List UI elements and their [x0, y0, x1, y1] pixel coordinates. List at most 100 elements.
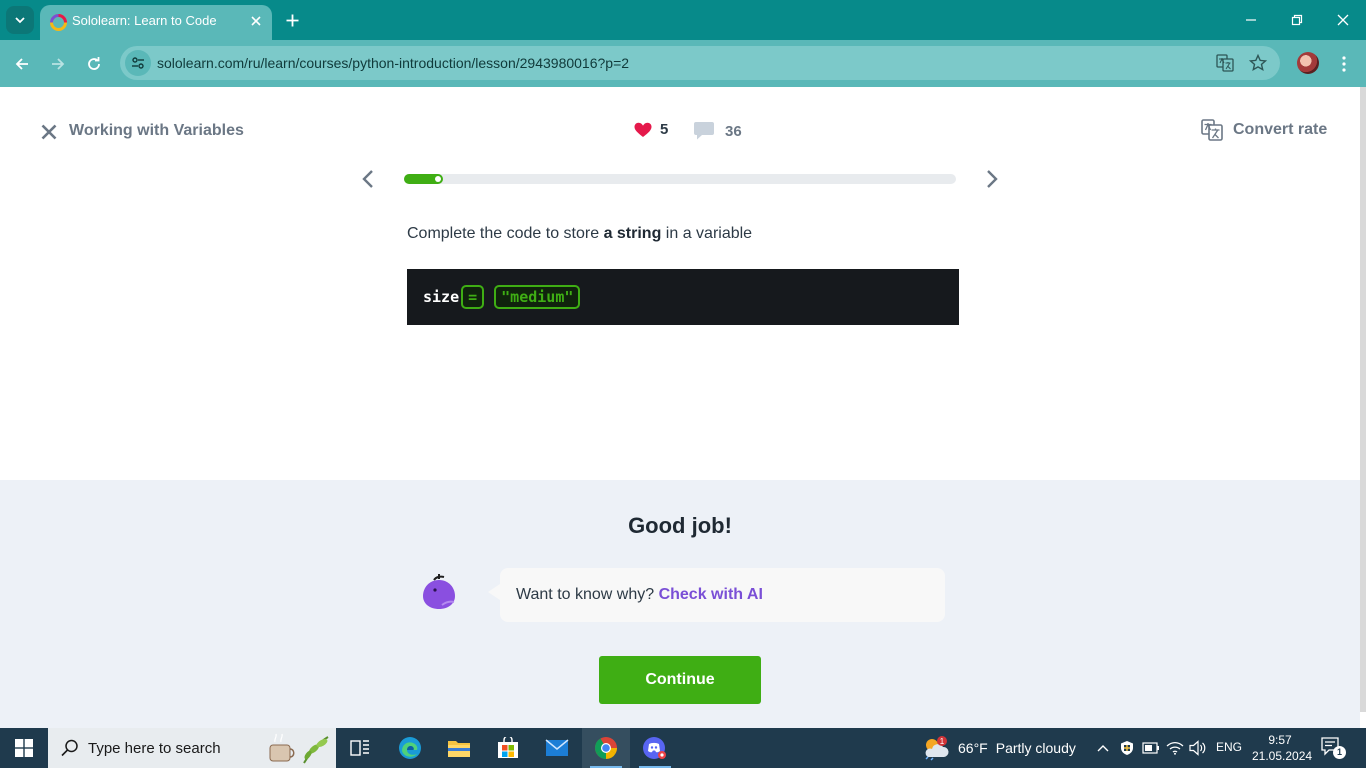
start-button[interactable] — [0, 728, 48, 768]
task-view-icon — [350, 740, 369, 756]
mascot-icon — [423, 574, 455, 609]
edge-taskbar-button[interactable] — [386, 728, 434, 768]
file-explorer-taskbar-button[interactable] — [435, 728, 483, 768]
chrome-icon — [595, 737, 617, 759]
tab-title: Sololearn: Learn to Code — [72, 13, 217, 28]
browser-toolbar: sololearn.com/ru/learn/courses/python-in… — [0, 40, 1366, 87]
profile-avatar[interactable] — [1297, 52, 1319, 74]
lesson-page: Working with Variables 5 36 Convert rate… — [0, 87, 1360, 728]
result-panel: Good job! Want to know why? Check with A… — [0, 480, 1360, 728]
lesson-title: Working with Variables — [69, 122, 244, 139]
exercise-instruction: Complete the code to store a string in a… — [407, 225, 752, 243]
bookmark-button[interactable] — [1248, 53, 1268, 73]
close-icon — [1337, 14, 1349, 26]
page-scrollbar[interactable] — [1360, 87, 1366, 712]
continue-button[interactable]: Continue — [599, 656, 761, 704]
result-heading: Good job! — [628, 513, 732, 538]
plus-icon — [286, 14, 298, 26]
chrome-taskbar-button[interactable] — [582, 728, 630, 768]
new-tab-button[interactable] — [280, 8, 304, 32]
url-text: sololearn.com/ru/learn/courses/python-in… — [157, 55, 630, 71]
answer-slot-value[interactable]: "medium" — [494, 285, 581, 309]
clock-time: 9:57 — [1268, 733, 1292, 747]
chevron-right-icon — [987, 170, 998, 188]
discord-taskbar-button[interactable] — [631, 728, 679, 768]
more-vertical-icon — [1342, 56, 1346, 72]
browser-menu-button[interactable] — [1330, 50, 1358, 78]
browser-tab-active[interactable]: Sololearn: Learn to Code — [40, 5, 272, 40]
tab-close-button[interactable] — [246, 11, 266, 31]
bubble-tail — [488, 584, 500, 600]
bubble-text: Want to know why? Check with AI — [516, 586, 763, 604]
battery-tray-button[interactable] — [1141, 738, 1161, 758]
forward-button[interactable] — [44, 50, 72, 78]
restore-button[interactable] — [1282, 6, 1312, 34]
ai-explain-bubble: Want to know why? Check with AI — [488, 568, 945, 622]
translate-icon — [1201, 119, 1223, 141]
security-tray-button[interactable] — [1117, 738, 1137, 758]
bubble-question: Want to know why? — [516, 586, 659, 603]
close-lesson-button[interactable] — [38, 121, 60, 143]
next-step-button[interactable] — [980, 167, 1004, 191]
weather-widget[interactable]: 1 66°F Partly cloudy — [922, 728, 1076, 768]
address-bar[interactable]: sololearn.com/ru/learn/courses/python-in… — [120, 46, 1280, 80]
tab-search-button[interactable] — [6, 6, 34, 34]
system-clock[interactable]: 9:57 21.05.2024 — [1252, 732, 1313, 764]
weather-badge-count: 1 — [940, 737, 945, 746]
arrow-right-icon — [52, 58, 65, 70]
weather-temperature: 66°F — [958, 740, 988, 756]
chevron-down-icon — [15, 17, 25, 24]
answer-slot-operator[interactable]: = — [461, 285, 485, 309]
check-with-ai-link[interactable]: Check with AI — [659, 586, 763, 603]
taskbar-search-box[interactable]: Type here to search — [48, 728, 336, 768]
notification-center-button[interactable]: 1 — [1320, 736, 1348, 760]
close-icon — [251, 16, 261, 26]
windows-taskbar: Type here to search 1 66°F Partly cloudy — [0, 728, 1366, 768]
show-hidden-icons-button[interactable] — [1093, 738, 1113, 758]
input-language[interactable]: ENG — [1216, 740, 1242, 754]
convert-rate-label: Convert rate — [1233, 121, 1328, 138]
search-icon — [61, 739, 78, 757]
notification-count: 1 — [1333, 746, 1346, 759]
battery-icon — [1142, 742, 1159, 754]
chevron-left-icon — [362, 170, 373, 188]
reload-icon — [88, 57, 100, 70]
store-taskbar-button[interactable] — [484, 728, 532, 768]
instruction-text-start: Complete the code to store — [407, 225, 604, 242]
hearts-counter: 5 — [634, 121, 668, 138]
search-placeholder: Type here to search — [88, 740, 221, 757]
heart-icon — [634, 122, 652, 137]
window-close-button[interactable] — [1328, 6, 1358, 34]
tune-icon — [132, 57, 144, 69]
network-tray-button[interactable] — [1165, 738, 1185, 758]
comments-button[interactable]: 36 — [693, 121, 742, 141]
chevron-up-icon — [1097, 745, 1109, 752]
tea-leaves-illustration-icon — [269, 733, 329, 764]
discord-icon — [643, 737, 666, 759]
weather-description: Partly cloudy — [995, 740, 1076, 756]
lesson-progress-marker — [435, 176, 441, 182]
windows-logo-icon — [15, 739, 33, 757]
minimize-icon — [1246, 19, 1256, 21]
task-view-button[interactable] — [336, 728, 384, 768]
back-button[interactable] — [8, 50, 36, 78]
restore-icon — [1291, 14, 1303, 26]
translate-page-button[interactable] — [1215, 53, 1235, 73]
folder-icon — [448, 741, 470, 757]
edge-icon — [399, 737, 421, 759]
volume-tray-button[interactable] — [1188, 738, 1208, 758]
clock-date: 21.05.2024 — [1252, 749, 1313, 763]
arrow-left-icon — [15, 58, 28, 70]
speaker-icon — [1189, 740, 1206, 756]
reload-button[interactable] — [80, 50, 108, 78]
partly-cloudy-icon: 1 — [925, 736, 949, 761]
lesson-progress-bar — [404, 174, 956, 184]
comments-count: 36 — [725, 122, 742, 140]
convert-rate-button[interactable]: Convert rate — [1201, 119, 1327, 141]
close-icon — [41, 124, 57, 140]
wifi-icon — [1166, 741, 1184, 755]
minimize-button[interactable] — [1236, 6, 1266, 34]
previous-step-button[interactable] — [356, 167, 380, 191]
mail-taskbar-button[interactable] — [533, 728, 581, 768]
site-info-button[interactable] — [125, 50, 151, 76]
